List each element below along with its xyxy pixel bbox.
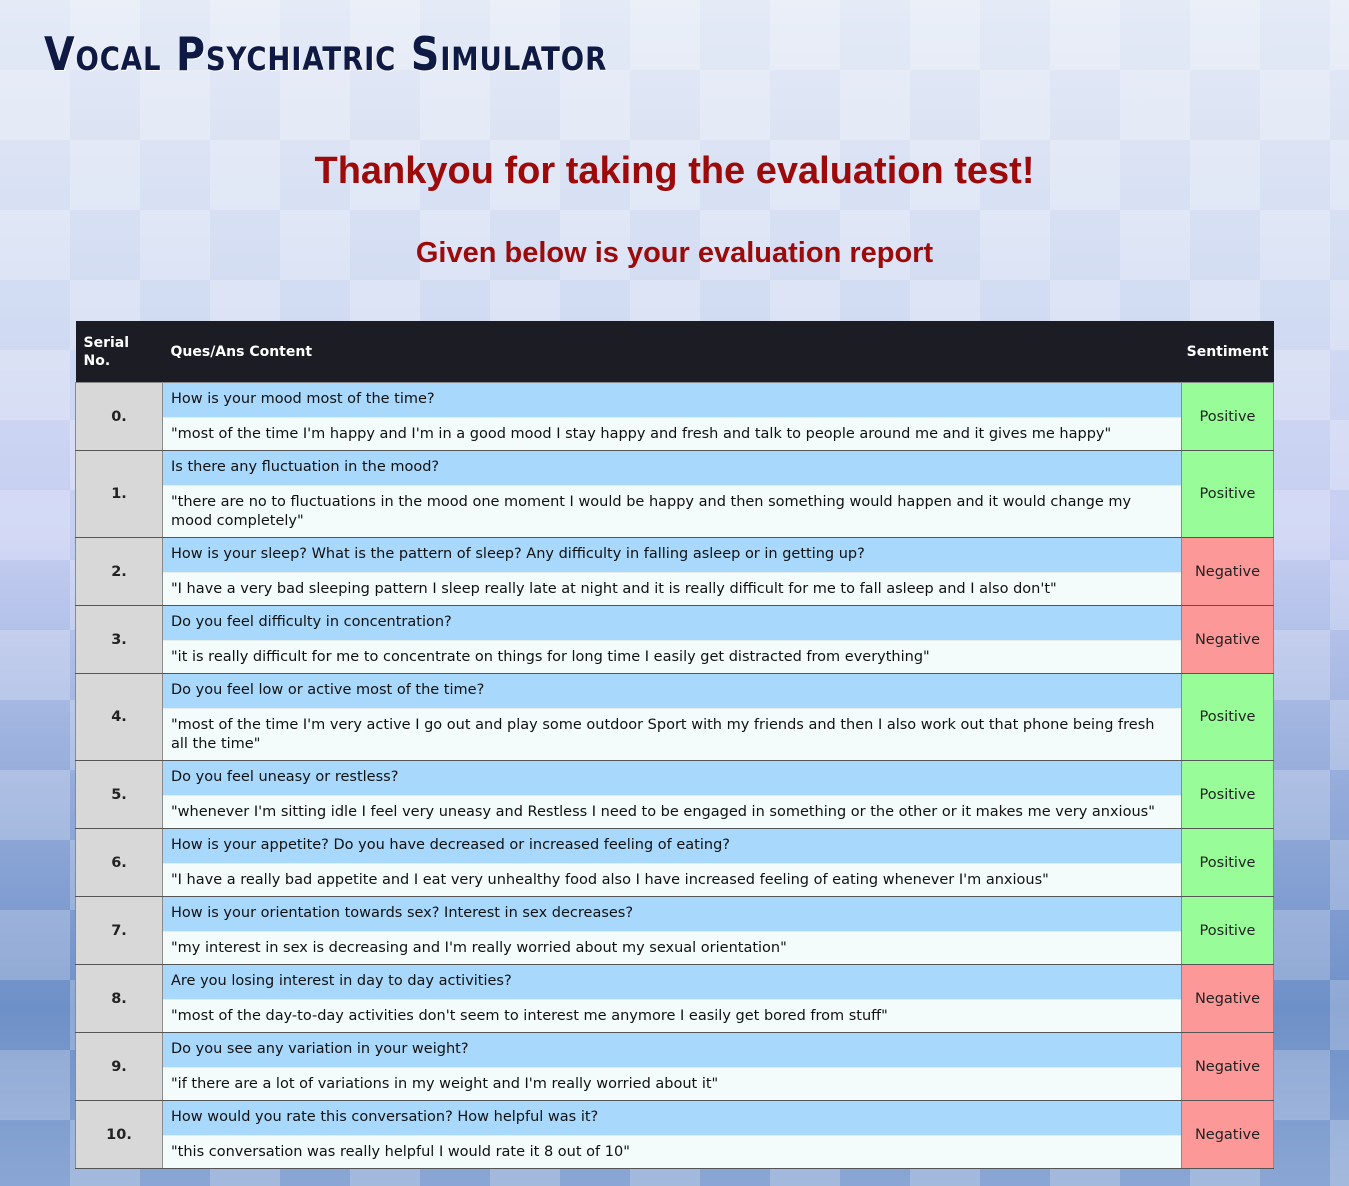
answer-text: "if there are a lot of variations in my … xyxy=(163,1067,1181,1100)
answer-text: "I have a really bad appetite and I eat … xyxy=(163,863,1181,896)
table-row: 8. Are you losing interest in day to day … xyxy=(75,964,1274,1033)
serial-no-header: Serial No. xyxy=(75,321,163,383)
answer-text: "my interest in sex is decreasing and I'… xyxy=(163,931,1181,964)
table-header-row: Serial No. Ques/Ans Content Sentiment xyxy=(75,321,1274,383)
serial-number: 7. xyxy=(75,896,163,965)
report-subheadline: Given below is your evaluation report xyxy=(415,237,934,269)
qa-content-cell: Do you see any variation in your weight?… xyxy=(162,1032,1182,1101)
question-text: How is your mood most of the time? xyxy=(163,383,1181,417)
serial-number: 9. xyxy=(75,1032,163,1101)
answer-text: "most of the day-to-day activities don't… xyxy=(163,999,1181,1032)
serial-number: 2. xyxy=(75,537,163,606)
table-row: 10. How would you rate this conversation?… xyxy=(75,1100,1274,1169)
qa-content-cell: Is there any fluctuation in the mood? "th… xyxy=(162,450,1182,538)
qa-content-cell: Do you feel uneasy or restless? "whenever… xyxy=(162,760,1182,829)
qa-content-cell: How is your mood most of the time? "most … xyxy=(162,382,1182,451)
question-text: Do you feel uneasy or restless? xyxy=(163,761,1181,795)
table-row: 7. How is your orientation towards sex? I… xyxy=(75,896,1274,965)
question-text: How is your sleep? What is the pattern o… xyxy=(163,538,1181,572)
sentiment-badge: Positive xyxy=(1181,828,1274,897)
answer-text: "I have a very bad sleeping pattern I sl… xyxy=(163,572,1181,605)
qa-content-cell: Do you feel difficulty in concentration?… xyxy=(162,605,1182,674)
sentiment-badge: Negative xyxy=(1181,964,1274,1033)
qa-content-cell: How is your sleep? What is the pattern o… xyxy=(162,537,1182,606)
serial-number: 0. xyxy=(75,382,163,451)
report-table-body: 0. How is your mood most of the time? "mos… xyxy=(75,382,1274,1169)
serial-number: 1. xyxy=(75,450,163,538)
table-row: 2. How is your sleep? What is the pattern… xyxy=(75,537,1274,606)
question-text: Is there any fluctuation in the mood? xyxy=(163,451,1181,485)
question-text: Do you feel difficulty in concentration? xyxy=(163,606,1181,640)
serial-number: 8. xyxy=(75,964,163,1033)
serial-number: 10. xyxy=(75,1100,163,1169)
table-row: 6. How is your appetite? Do you have decr… xyxy=(75,828,1274,897)
qa-content-cell: Are you losing interest in day to day ac… xyxy=(162,964,1182,1033)
question-text: How is your orientation towards sex? Int… xyxy=(163,897,1181,931)
table-row: 0. How is your mood most of the time? "mos… xyxy=(75,382,1274,451)
sentiment-badge: Positive xyxy=(1181,382,1274,451)
answer-text: "most of the time I'm very active I go o… xyxy=(163,708,1181,760)
sentiment-badge: Positive xyxy=(1181,673,1274,761)
answer-text: "it is really difficult for me to concen… xyxy=(163,640,1181,673)
question-text: Do you feel low or active most of the ti… xyxy=(163,674,1181,708)
app-brand-title: Vocal Psychiatric Simulator xyxy=(44,27,608,81)
evaluation-report-table: Serial No. Ques/Ans Content Sentiment 0.… xyxy=(75,321,1274,1169)
serial-number: 6. xyxy=(75,828,163,897)
sentiment-header: Sentiment xyxy=(1181,321,1274,383)
serial-number: 5. xyxy=(75,760,163,829)
content-header: Ques/Ans Content xyxy=(162,321,1182,383)
table-row: 9. Do you see any variation in your weigh… xyxy=(75,1032,1274,1101)
question-text: Are you losing interest in day to day ac… xyxy=(163,965,1181,999)
table-row: 3. Do you feel difficulty in concentratio… xyxy=(75,605,1274,674)
sentiment-badge: Negative xyxy=(1181,537,1274,606)
serial-number: 4. xyxy=(75,673,163,761)
qa-content-cell: How is your appetite? Do you have decrea… xyxy=(162,828,1182,897)
question-text: How is your appetite? Do you have decrea… xyxy=(163,829,1181,863)
table-row: 4. Do you feel low or active most of the … xyxy=(75,673,1274,761)
sentiment-badge: Positive xyxy=(1181,450,1274,538)
answer-text: "there are no to fluctuations in the moo… xyxy=(163,485,1181,537)
qa-content-cell: How would you rate this conversation? Ho… xyxy=(162,1100,1182,1169)
table-row: 1. Is there any fluctuation in the mood? "… xyxy=(75,450,1274,538)
thank-you-headline: Thankyou for taking the evaluation test! xyxy=(314,150,1035,192)
table-row: 5. Do you feel uneasy or restless? "whenev… xyxy=(75,760,1274,829)
question-text: Do you see any variation in your weight? xyxy=(163,1033,1181,1067)
answer-text: "whenever I'm sitting idle I feel very u… xyxy=(163,795,1181,828)
qa-content-cell: How is your orientation towards sex? Int… xyxy=(162,896,1182,965)
sentiment-badge: Positive xyxy=(1181,760,1274,829)
sentiment-badge: Negative xyxy=(1181,1100,1274,1169)
qa-content-cell: Do you feel low or active most of the ti… xyxy=(162,673,1182,761)
answer-text: "most of the time I'm happy and I'm in a… xyxy=(163,417,1181,450)
question-text: How would you rate this conversation? Ho… xyxy=(163,1101,1181,1135)
sentiment-badge: Positive xyxy=(1181,896,1274,965)
sentiment-badge: Negative xyxy=(1181,605,1274,674)
answer-text: "this conversation was really helpful I … xyxy=(163,1135,1181,1168)
sentiment-badge: Negative xyxy=(1181,1032,1274,1101)
serial-number: 3. xyxy=(75,605,163,674)
